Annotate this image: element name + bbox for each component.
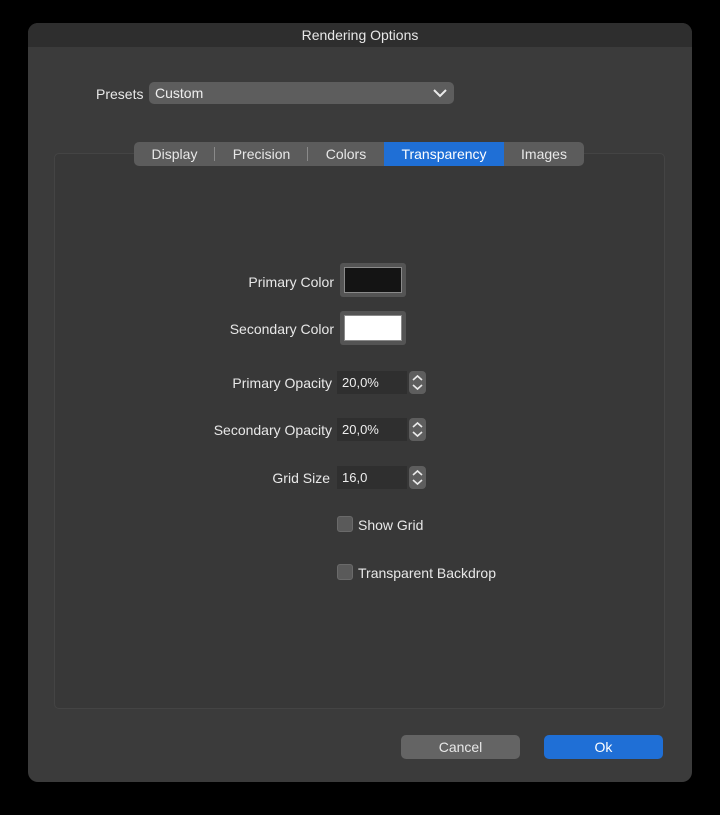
secondary-color-well[interactable] (340, 311, 406, 345)
rendering-options-window: Rendering Options Presets Custom Display… (28, 23, 692, 782)
grid-size-label: Grid Size (272, 470, 330, 486)
tab-bar: Display Precision Colors Transparency Im… (134, 142, 584, 166)
stepper-arrows-icon (412, 421, 423, 438)
window-title: Rendering Options (28, 23, 692, 47)
secondary-color-swatch (344, 315, 402, 341)
tab-display[interactable]: Display (134, 142, 215, 166)
transparent-backdrop-label: Transparent Backdrop (358, 565, 496, 581)
primary-opacity-stepper[interactable] (409, 371, 426, 394)
secondary-opacity-stepper[interactable] (409, 418, 426, 441)
ok-button[interactable]: Ok (544, 735, 663, 759)
cancel-button[interactable]: Cancel (401, 735, 520, 759)
tab-transparency[interactable]: Transparency (384, 142, 504, 166)
transparent-backdrop-checkbox[interactable] (337, 564, 353, 580)
secondary-color-label: Secondary Color (229, 321, 334, 337)
grid-size-field[interactable]: 16,0 (337, 466, 407, 489)
presets-label: Presets (96, 86, 144, 102)
primary-color-well[interactable] (340, 263, 406, 297)
tab-precision[interactable]: Precision (215, 142, 308, 166)
secondary-opacity-field[interactable]: 20,0% (337, 418, 407, 441)
tab-colors[interactable]: Colors (308, 142, 384, 166)
primary-opacity-label: Primary Opacity (232, 375, 332, 391)
tab-images[interactable]: Images (504, 142, 584, 166)
chevron-down-icon (433, 89, 447, 98)
stepper-arrows-icon (412, 374, 423, 391)
secondary-opacity-label: Secondary Opacity (213, 422, 332, 438)
grid-size-stepper[interactable] (409, 466, 426, 489)
presets-value: Custom (155, 85, 204, 101)
primary-color-label: Primary Color (248, 274, 334, 290)
primary-opacity-field[interactable]: 20,0% (337, 371, 407, 394)
show-grid-label: Show Grid (358, 517, 424, 533)
primary-color-swatch (344, 267, 402, 293)
presets-select[interactable]: Custom (149, 82, 454, 104)
show-grid-checkbox[interactable] (337, 516, 353, 532)
stepper-arrows-icon (412, 469, 423, 486)
